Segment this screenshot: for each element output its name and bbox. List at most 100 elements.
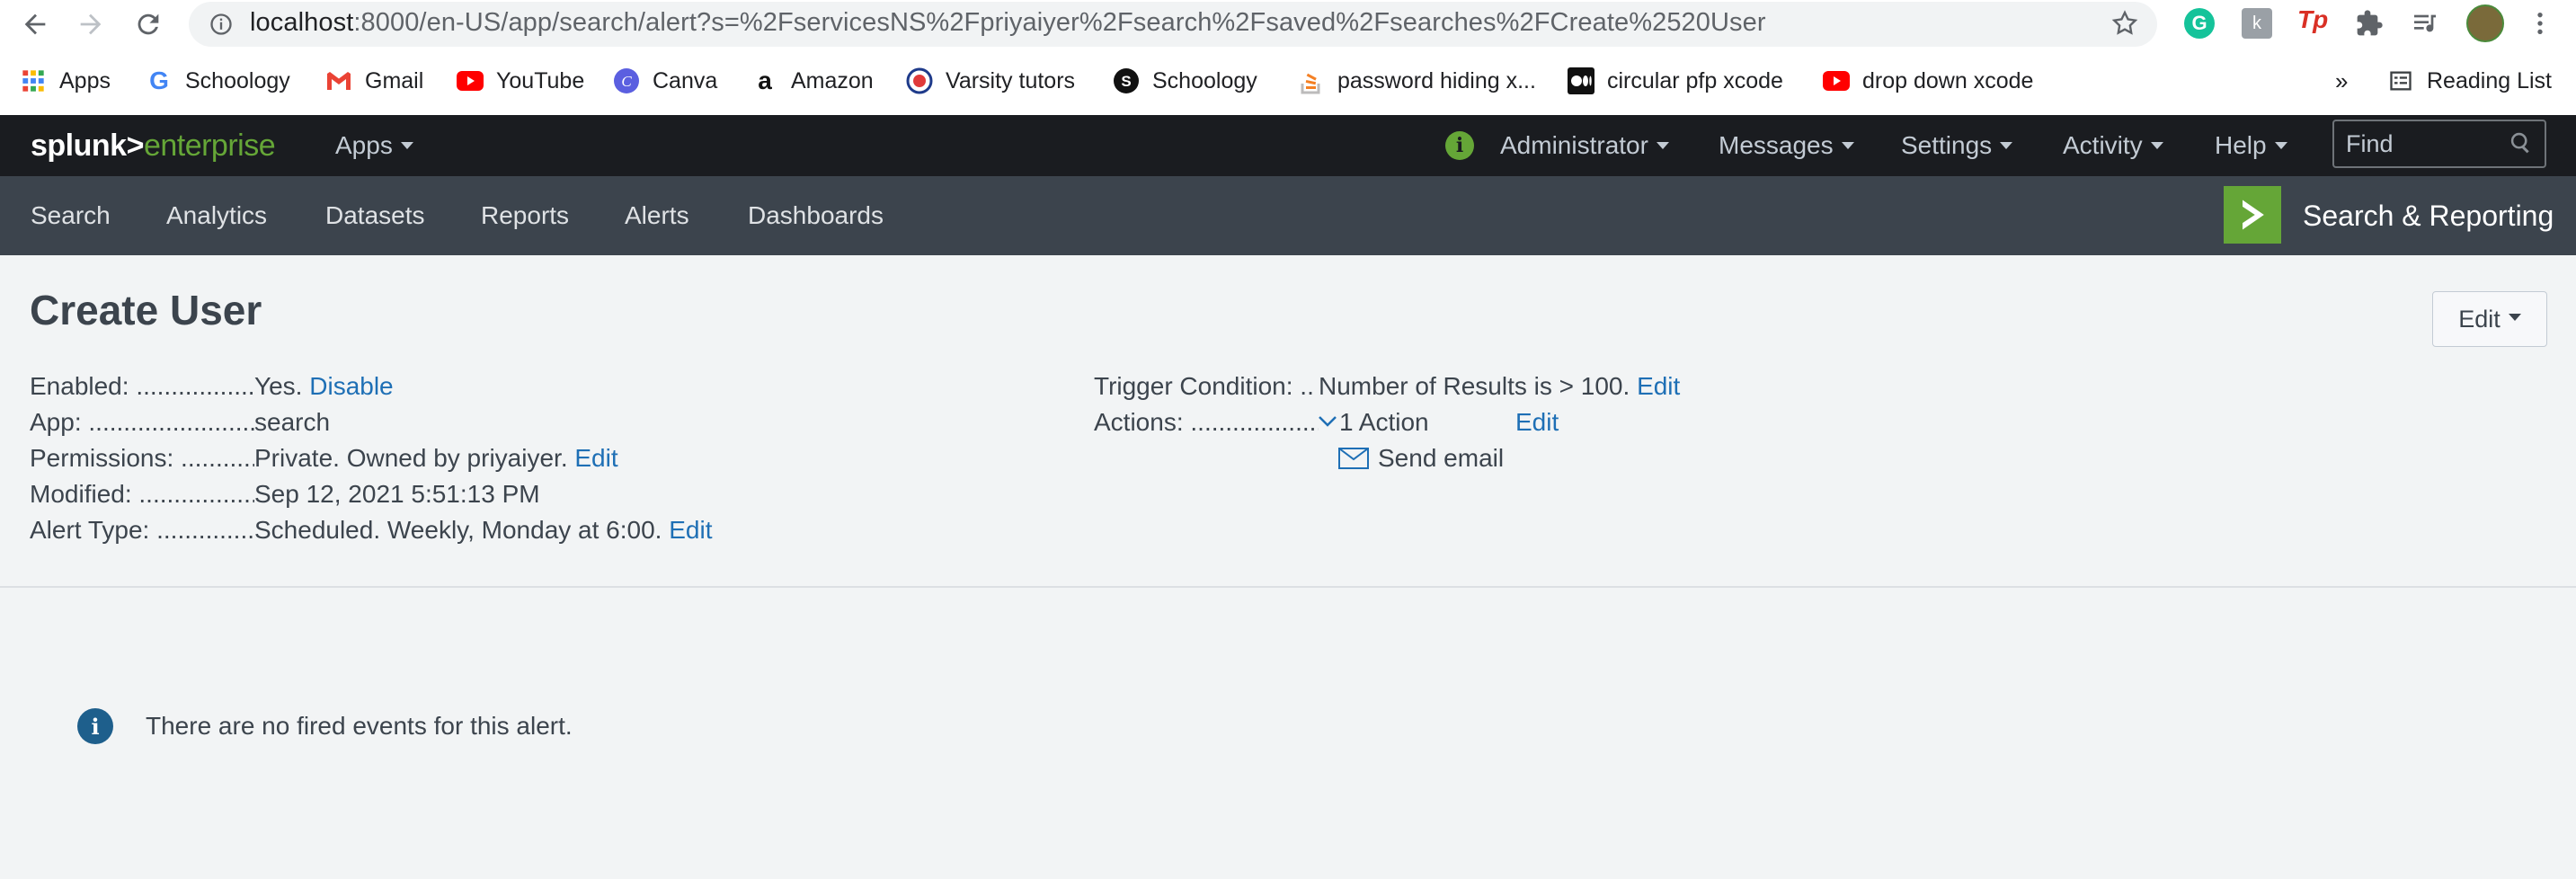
bookmark-varsity-tutors[interactable]: Varsity tutors xyxy=(906,65,1075,97)
reload-icon[interactable] xyxy=(133,9,164,40)
bookmark-password-hiding[interactable]: password hiding x... xyxy=(1298,65,1536,97)
bookmark-label: circular pfp xcode xyxy=(1607,67,1783,93)
bookmark-canva[interactable]: C Canva xyxy=(613,65,717,97)
caret-down-icon xyxy=(2274,141,2287,149)
bookmark-youtube[interactable]: YouTube xyxy=(457,65,584,97)
gmail-icon xyxy=(325,67,352,94)
site-info-icon[interactable] xyxy=(209,12,234,37)
profile-avatar[interactable] xyxy=(2466,4,2504,42)
reading-list-icon xyxy=(2387,67,2414,94)
caret-down-icon xyxy=(2508,314,2521,321)
disable-link[interactable]: Disable xyxy=(309,372,393,400)
no-events-message: There are no fired events for this alert… xyxy=(146,712,573,740)
youtube-icon xyxy=(1823,67,1850,94)
apps-menu-label: Apps xyxy=(335,131,393,159)
bookmark-label: drop down xcode xyxy=(1862,67,2034,93)
bookmark-label: YouTube xyxy=(496,67,585,93)
splunk-logo[interactable]: splunk>enterprise xyxy=(31,115,276,176)
enabled-label: Enabled: .................... xyxy=(30,372,254,400)
splunk-logo-edition: enterprise xyxy=(143,129,276,163)
enabled-row: Enabled: ....................Yes. Disabl… xyxy=(30,368,394,404)
modified-row: Modified: ...................Sep 12, 202… xyxy=(30,476,540,512)
help-menu[interactable]: Help xyxy=(2215,115,2287,176)
envelope-icon xyxy=(1338,448,1369,469)
bookmark-label: Gmail xyxy=(365,67,424,93)
messages-menu[interactable]: Messages xyxy=(1719,115,1854,176)
app-label: App: ............................ xyxy=(30,408,254,436)
reading-list-label: Reading List xyxy=(2427,67,2552,93)
bookmarks-overflow-button[interactable]: » xyxy=(2335,65,2348,97)
apps-menu[interactable]: Apps xyxy=(335,115,413,176)
medium-icon xyxy=(1568,67,1594,94)
edit-menu-button[interactable]: Edit xyxy=(2432,291,2547,347)
nav-datasets[interactable]: Datasets xyxy=(325,176,425,255)
settings-menu[interactable]: Settings xyxy=(1901,115,2013,176)
caret-down-icon xyxy=(1656,141,1669,149)
canva-icon: C xyxy=(613,67,640,94)
extension-icon[interactable]: k xyxy=(2242,8,2272,39)
varsity-tutors-icon xyxy=(906,67,933,94)
url-text[interactable]: localhost:8000/en-US/app/search/alert?s=… xyxy=(250,8,1766,38)
bookmark-schoology-google[interactable]: G Schoology xyxy=(146,65,290,97)
permissions-edit-link[interactable]: Edit xyxy=(574,444,617,472)
bookmark-label: Schoology xyxy=(1152,67,1257,93)
activity-menu[interactable]: Activity xyxy=(2063,115,2163,176)
chevron-down-icon[interactable] xyxy=(1318,413,1337,430)
reading-list-button[interactable]: Reading List xyxy=(2387,65,2552,97)
forward-arrow-icon[interactable] xyxy=(76,9,106,40)
tp-extension-icon[interactable]: Tp xyxy=(2297,5,2328,34)
bookmark-circular-pfp[interactable]: circular pfp xcode xyxy=(1568,65,1783,97)
nav-dashboards[interactable]: Dashboards xyxy=(748,176,884,255)
nav-alerts[interactable]: Alerts xyxy=(625,176,689,255)
page-title: Create User xyxy=(30,287,262,333)
search-icon[interactable] xyxy=(2509,130,2534,155)
bookmark-gmail[interactable]: Gmail xyxy=(325,65,423,97)
caret-down-icon xyxy=(400,141,413,149)
app-name[interactable]: Search & Reporting xyxy=(2303,176,2554,255)
grammarly-extension-icon[interactable]: G xyxy=(2184,8,2215,39)
trigger-condition-label: Trigger Condition: .. xyxy=(1094,372,1314,400)
trigger-edit-link[interactable]: Edit xyxy=(1637,372,1680,400)
bookmark-label: Canva xyxy=(653,67,718,93)
search-app-logo-icon[interactable] xyxy=(2224,186,2281,244)
bookmark-label: Schoology xyxy=(185,67,290,93)
bookmark-drop-down-xcode[interactable]: drop down xcode xyxy=(1823,65,2033,97)
splunk-logo-wordmark: splunk> xyxy=(31,129,144,163)
nav-reports[interactable]: Reports xyxy=(481,176,569,255)
bookmark-apps[interactable]: Apps xyxy=(20,65,111,97)
actions-row: Actions: ..................... xyxy=(1094,404,1319,440)
bookmark-star-icon[interactable] xyxy=(2110,9,2139,38)
alert-type-row: Alert Type: ................Scheduled. W… xyxy=(30,512,713,548)
svg-text:C: C xyxy=(621,73,632,90)
administrator-menu[interactable]: Administrator xyxy=(1500,115,1669,176)
bookmark-label: Amazon xyxy=(791,67,874,93)
svg-text:S: S xyxy=(1121,73,1131,90)
alert-type-edit-link[interactable]: Edit xyxy=(669,516,712,544)
bookmark-schoology[interactable]: S Schoology xyxy=(1113,65,1257,97)
actions-edit-link[interactable]: Edit xyxy=(1515,404,1559,440)
nav-analytics[interactable]: Analytics xyxy=(166,176,267,255)
bookmark-amazon[interactable]: a Amazon xyxy=(751,65,874,97)
health-status-icon[interactable]: i xyxy=(1445,131,1474,160)
amazon-icon: a xyxy=(758,67,772,94)
app-row: App: ............................search xyxy=(30,404,330,440)
more-menu-icon[interactable] xyxy=(2533,9,2547,38)
bookmark-label: Varsity tutors xyxy=(946,67,1076,93)
caret-down-icon xyxy=(1841,141,1854,149)
permissions-value: Private. Owned by priyaiyer. xyxy=(254,444,568,472)
media-control-icon[interactable] xyxy=(2411,9,2439,38)
caret-down-icon xyxy=(2150,141,2163,149)
trigger-condition-row: Trigger Condition: .. Number of Results i… xyxy=(1094,368,1680,404)
bookmark-label: password hiding x... xyxy=(1337,67,1536,93)
back-arrow-icon[interactable] xyxy=(20,9,50,40)
modified-label: Modified: ................... xyxy=(30,480,254,508)
caret-down-icon xyxy=(2000,141,2013,149)
find-placeholder: Find xyxy=(2346,130,2394,157)
edit-button-label: Edit xyxy=(2458,305,2500,333)
puzzle-extensions-icon[interactable] xyxy=(2355,9,2384,38)
modified-value: Sep 12, 2021 5:51:13 PM xyxy=(254,480,540,508)
permissions-label: Permissions: ............ xyxy=(30,444,254,472)
nav-search[interactable]: Search xyxy=(31,176,111,255)
url-host: localhost xyxy=(250,8,354,37)
actions-count[interactable]: 1 Action xyxy=(1339,404,1429,440)
